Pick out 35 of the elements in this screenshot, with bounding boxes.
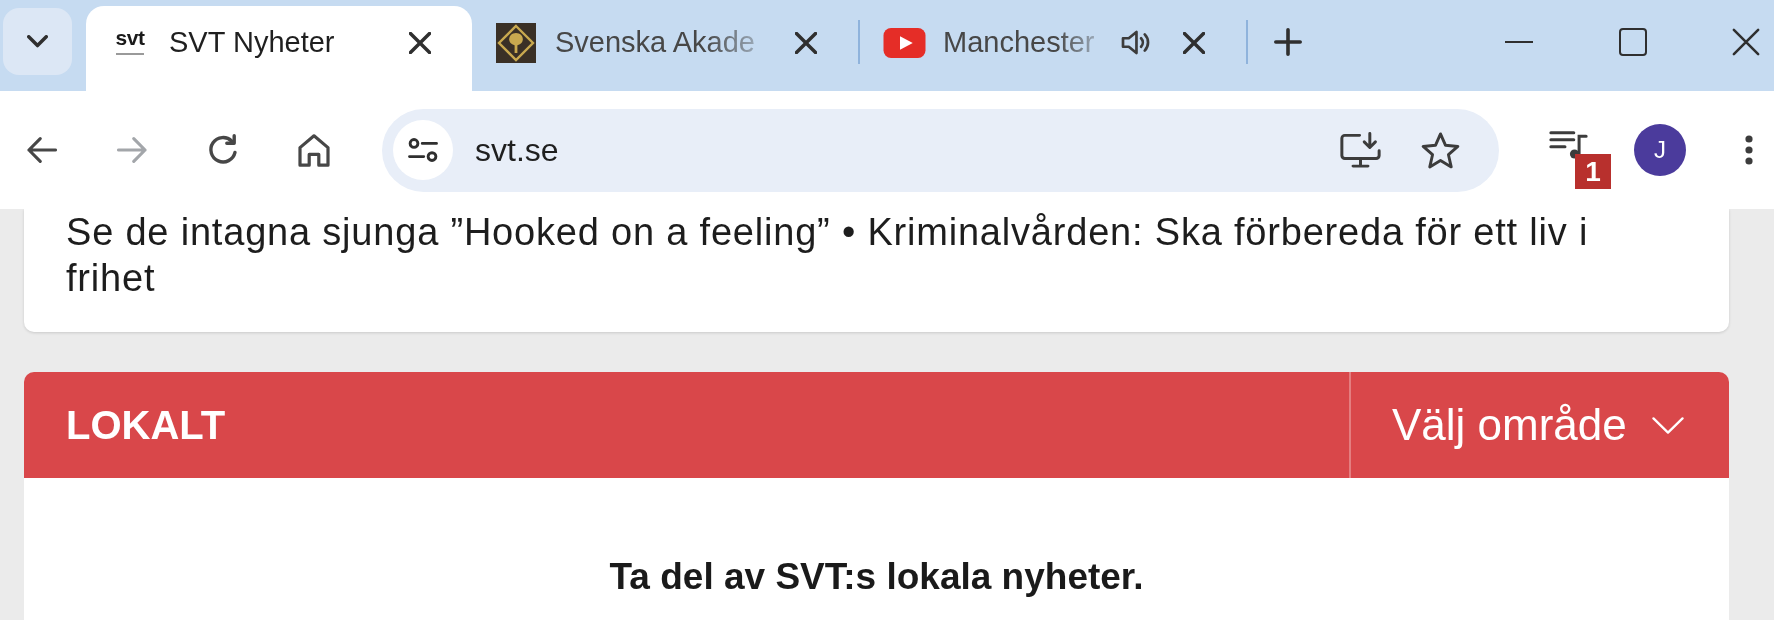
arrow-left-icon [25,136,57,164]
url-field[interactable]: svt.se [475,131,559,169]
profile-avatar[interactable]: J [1634,124,1686,176]
browser-tab[interactable]: Manchester [860,6,1246,91]
plus-icon [1274,28,1302,56]
tab-title: Manchester [943,26,1095,59]
sliders-icon [408,138,438,162]
site-logo: svt [115,28,145,57]
tab-title: Svenska Akade [555,26,755,59]
reload-icon [207,134,239,166]
section-message: Ta del av SVT:s lokala nyheter. [609,555,1144,599]
chevron-down-icon [1652,416,1684,434]
close-icon [795,31,817,54]
close-icon [1732,28,1760,56]
address-bar[interactable]: svt.se [382,108,1499,192]
close-icon [409,31,431,54]
chevron-down-icon [27,35,48,48]
section-title: LOKALT [66,402,226,448]
tab-list-button[interactable] [3,8,72,75]
play-button-icon [882,27,926,58]
close-icon [1183,31,1205,54]
browser-tab[interactable]: Svenska Akade [472,6,858,91]
teaser-text: Se de intagna sjunga ”Hooked on a feeling” • Kriminalvården: Ska förbereda för ett liv i frihet [66,210,1590,301]
number-badge: 1 [1575,154,1611,189]
emblem-icon [496,22,536,63]
home-icon [298,133,330,167]
music-list-icon [1548,130,1588,160]
more-vertical-icon [1745,135,1753,165]
arrow-right-icon [116,136,148,164]
site-info-button[interactable] [393,120,453,180]
maximize-icon [1619,28,1647,56]
monitor-download-icon [1339,132,1381,168]
browser-tab[interactable]: svt SVT Nyheter [86,6,472,91]
tab-title: SVT Nyheter [169,26,335,59]
minimize-icon [1505,41,1533,43]
